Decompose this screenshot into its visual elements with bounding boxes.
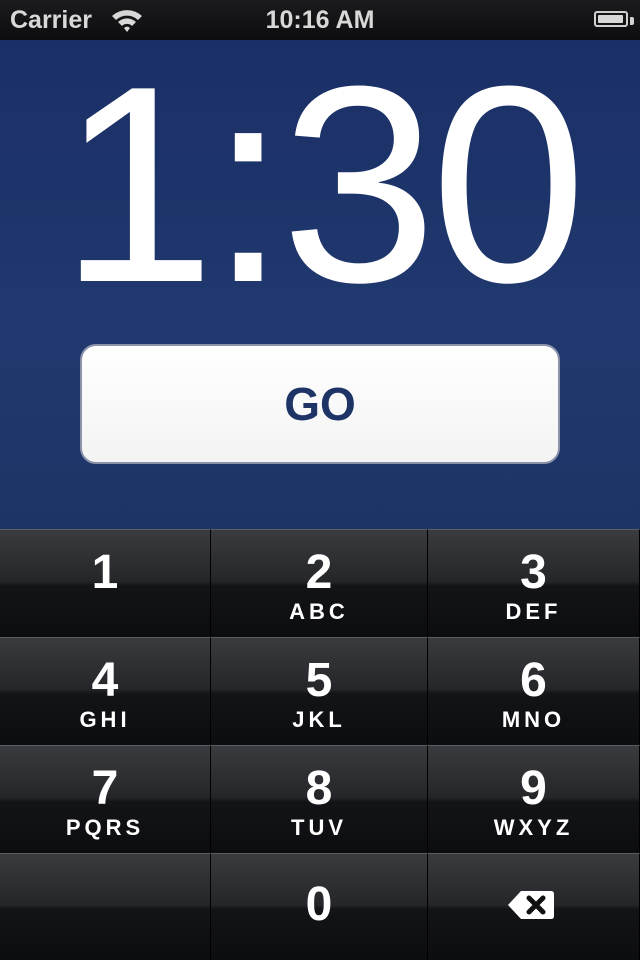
key-letters: DEF: [505, 599, 562, 624]
battery-level: [598, 15, 623, 23]
timer-display: 1:30: [59, 29, 587, 341]
key-2[interactable]: 2 ABC: [211, 529, 428, 637]
key-digit: 4: [91, 654, 119, 707]
key-digit: 1: [91, 546, 119, 599]
keypad: 1 2 ABC 3 DEF 4 GHI 5 JKL 6 MNO 7 PQRS 8…: [0, 529, 640, 960]
key-digit: 9: [520, 762, 547, 815]
key-4[interactable]: 4 GHI: [0, 637, 211, 745]
key-8[interactable]: 8 TUV: [211, 745, 428, 853]
key-digit: 8: [305, 762, 333, 815]
battery-tip: [630, 17, 634, 25]
key-7[interactable]: 7 PQRS: [0, 745, 211, 853]
key-digit: 0: [305, 878, 333, 931]
key-digit: 3: [520, 546, 547, 599]
key-digit: 2: [305, 546, 333, 599]
key-blank: [0, 853, 211, 960]
delete-key[interactable]: [428, 853, 640, 960]
battery-icon: [594, 11, 628, 27]
backspace-icon: [508, 891, 554, 919]
key-3[interactable]: 3 DEF: [428, 529, 640, 637]
key-letters: JKL: [292, 707, 346, 732]
key-letters: GHI: [79, 707, 131, 732]
key-letters: MNO: [501, 707, 566, 732]
key-letters: ABC: [289, 599, 349, 624]
timer-panel: 1:30 GO: [0, 40, 640, 529]
key-letters: PQRS: [65, 815, 145, 840]
key-digit: 5: [305, 654, 333, 707]
key-letters: WXYZ: [493, 815, 574, 840]
key-0[interactable]: 0: [211, 853, 428, 960]
key-1[interactable]: 1: [0, 529, 211, 637]
key-letters: TUV: [291, 815, 347, 840]
key-digit: 6: [520, 654, 547, 707]
key-6[interactable]: 6 MNO: [428, 637, 640, 745]
go-button[interactable]: GO: [80, 344, 560, 464]
key-9[interactable]: 9 WXYZ: [428, 745, 640, 853]
key-5[interactable]: 5 JKL: [211, 637, 428, 745]
key-digit: 7: [91, 762, 119, 815]
